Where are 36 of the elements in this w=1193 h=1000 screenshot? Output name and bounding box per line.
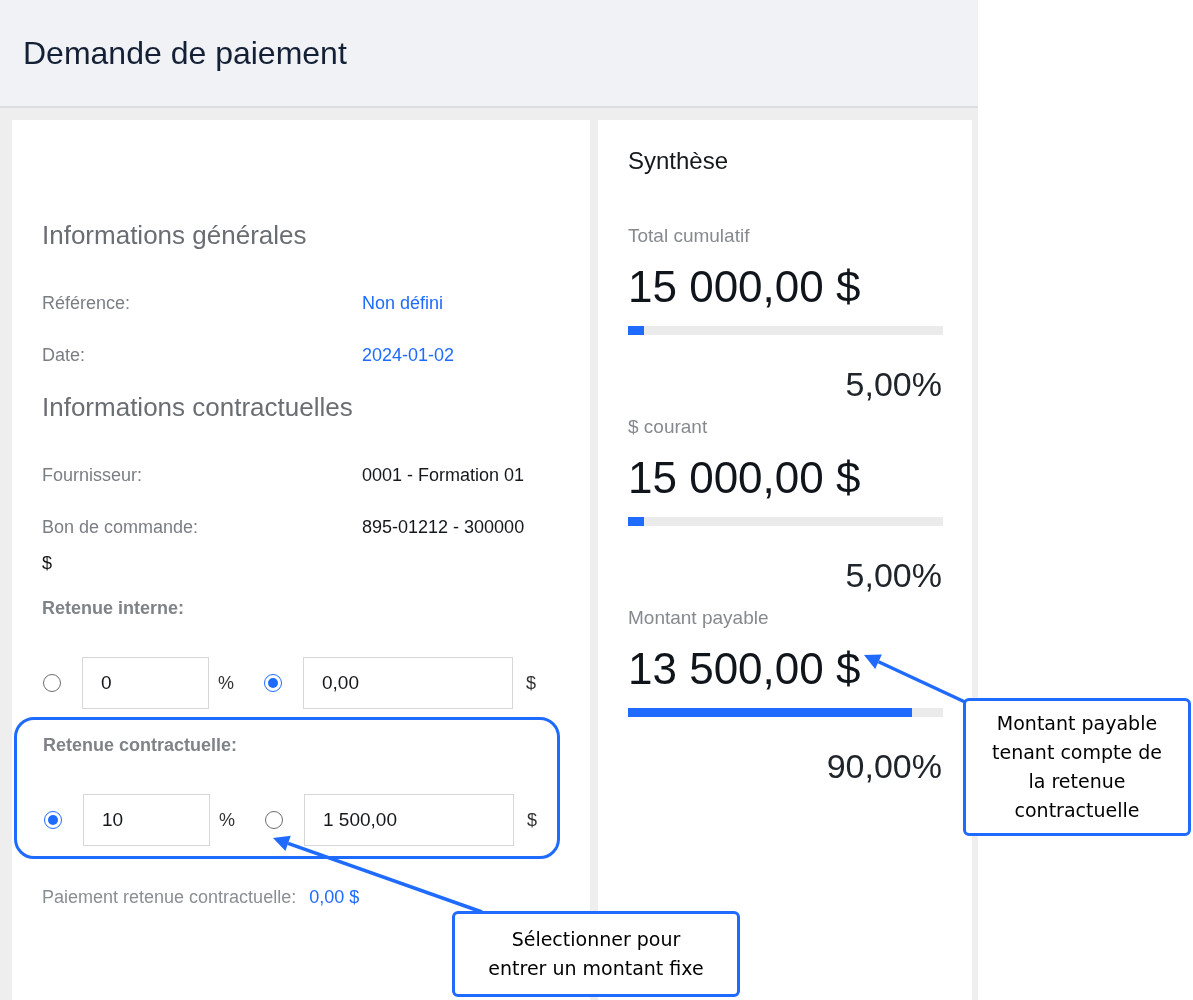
unit-label: %: [217, 672, 235, 694]
field-label: Date:: [42, 344, 87, 367]
currency-symbol: $: [42, 552, 53, 575]
retention-title: Retenue contractuelle:: [43, 734, 238, 757]
field-label: Référence:: [42, 292, 132, 315]
summary-percent: 5,00%: [845, 555, 942, 595]
retention-title: Retenue interne:: [42, 597, 185, 620]
page-title: Demande de paiement: [23, 34, 347, 72]
field-label: Bon de commande:: [42, 516, 200, 539]
amount-input[interactable]: 1 500,00: [304, 794, 514, 846]
field-link[interactable]: Non défini: [362, 285, 444, 321]
amount-input[interactable]: 0,00: [303, 657, 513, 709]
summary-label: $ courant: [628, 415, 708, 439]
unit-label: %: [218, 809, 236, 831]
callout: Montant payable tenant compte de la retenue contractuelle: [963, 698, 1191, 836]
section-heading: Informations contractuelles: [42, 392, 353, 422]
callout: Sélectionner pour entrer un montant fixe: [452, 911, 740, 997]
unit-label: $: [526, 809, 538, 831]
unit-label: $: [525, 672, 537, 694]
summary-percent: 90,00%: [826, 746, 942, 786]
percent-input[interactable]: 10: [83, 794, 210, 846]
summary-amount: 15 000,00 $: [628, 452, 861, 504]
percent-input[interactable]: 0: [82, 657, 209, 709]
field-value: 0001 - Formation 01: [362, 464, 525, 487]
summary-title: Synthèse: [628, 146, 729, 176]
field-label: Paiement retenue contractuelle:: [42, 887, 297, 908]
summary-label: Total cumulatif: [628, 224, 750, 248]
summary-label: Montant payable: [628, 606, 769, 630]
summary-amount: 15 000,00 $: [628, 261, 861, 313]
field-link[interactable]: 0,00 $: [309, 887, 360, 908]
summary-percent: 5,00%: [845, 364, 942, 404]
section-heading: Informations générales: [42, 220, 307, 250]
summary-amount: 13 500,00 $: [628, 643, 861, 695]
field-label: Fournisseur:: [42, 464, 144, 487]
field-link[interactable]: 2024-01-02: [362, 337, 455, 373]
field-value: 895-01212 - 300000: [362, 516, 525, 539]
